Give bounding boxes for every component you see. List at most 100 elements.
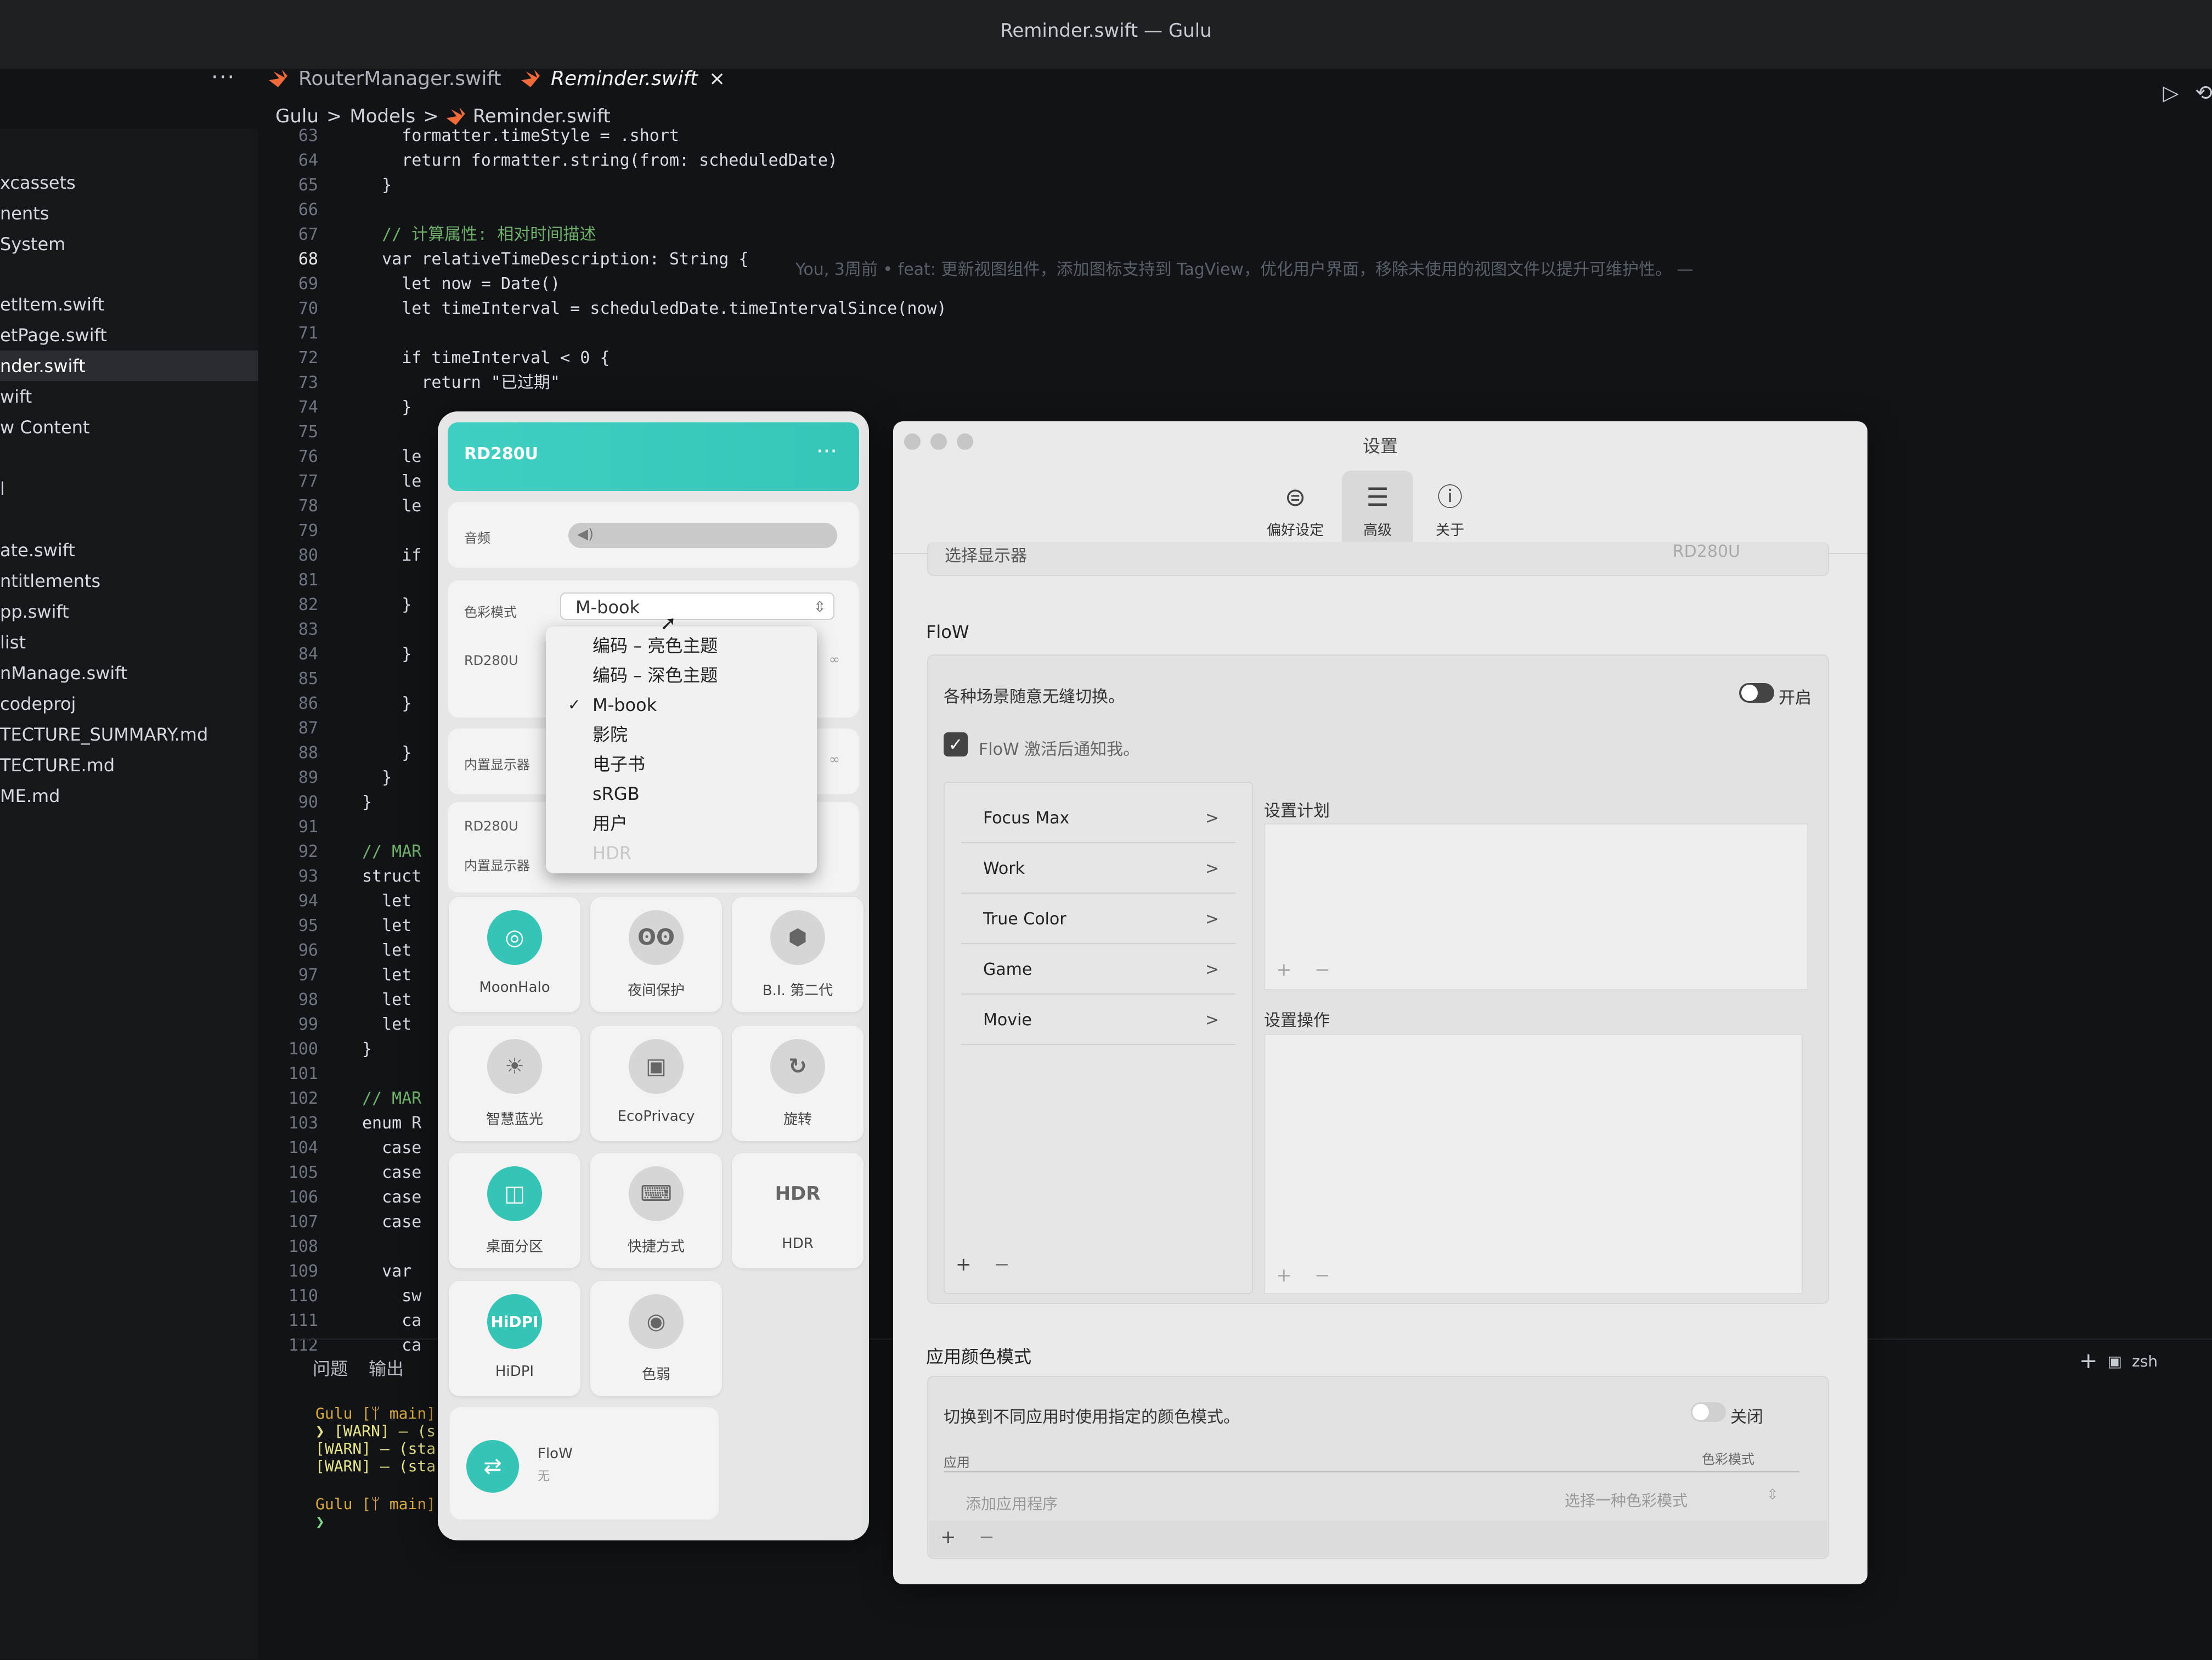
file-item[interactable]: wift <box>0 381 258 412</box>
code-line[interactable]: le <box>362 469 421 494</box>
toolbar-preferences[interactable]: ⊜ 偏好设定 <box>1260 471 1331 547</box>
file-item[interactable]: w Content <box>0 412 258 443</box>
add-app-button[interactable]: + <box>940 1526 956 1548</box>
code-line[interactable]: // MAR <box>362 1086 421 1111</box>
code-line[interactable]: let <box>362 963 411 987</box>
more-actions-button[interactable]: ··· <box>211 65 235 90</box>
file-item-selected[interactable]: nder.swift <box>0 351 258 381</box>
code-line[interactable]: } <box>362 765 392 790</box>
remove-app-button[interactable]: − <box>979 1526 995 1548</box>
split-editor-icon[interactable]: ⟲ <box>2189 78 2212 108</box>
device-menu-button[interactable]: ··· <box>816 439 837 464</box>
add-action-button[interactable]: + <box>1276 1264 1292 1286</box>
tile-shortcuts[interactable]: ⌨ 快捷方式 <box>590 1153 722 1268</box>
code-line[interactable]: } <box>362 592 411 617</box>
file-item[interactable]: ntitlements <box>0 566 258 596</box>
tile-hidpi[interactable]: HiDPI HiDPI <box>449 1281 580 1396</box>
code-line[interactable]: sw <box>362 1284 421 1308</box>
code-line[interactable]: } <box>362 790 372 815</box>
file-item[interactable]: l <box>0 473 258 504</box>
menu-item[interactable]: 用户 <box>546 809 817 838</box>
flow-toggle[interactable] <box>1739 683 1774 703</box>
scene-item[interactable]: Movie > <box>961 996 1235 1045</box>
code-line[interactable]: var <box>362 1259 411 1284</box>
code-line[interactable]: let <box>362 913 411 938</box>
link-icon[interactable]: ∞ <box>829 752 840 767</box>
code-line[interactable]: return "已过期" <box>362 370 560 395</box>
file-item[interactable]: System <box>0 229 258 259</box>
code-line[interactable]: ca <box>362 1308 421 1333</box>
tile-night-protect[interactable]: ʘʘ 夜间保护 <box>590 897 722 1012</box>
file-item[interactable]: ME.md <box>0 781 258 811</box>
file-item[interactable]: nManage.swift <box>0 658 258 688</box>
file-item[interactable]: TECTURE_SUMMARY.md <box>0 719 258 750</box>
device-header[interactable]: RD280U ··· <box>448 422 859 491</box>
code-line[interactable]: if <box>362 543 421 568</box>
code-line[interactable]: // MAR <box>362 839 421 864</box>
action-list[interactable]: + − <box>1264 1034 1803 1294</box>
code-line[interactable]: return formatter.string(from: scheduledD… <box>362 148 838 173</box>
volume-slider[interactable]: ◀) <box>568 523 837 548</box>
run-icon[interactable]: ▷ <box>2156 78 2186 108</box>
code-line[interactable]: let <box>362 987 411 1012</box>
remove-plan-button[interactable]: − <box>1314 959 1330 981</box>
add-plan-button[interactable]: + <box>1276 959 1292 981</box>
tile-moonhalo[interactable]: ◎ MoonHalo <box>449 897 580 1012</box>
scene-item[interactable]: Work > <box>961 844 1235 894</box>
scene-item[interactable]: Game > <box>961 945 1235 995</box>
color-mode-select[interactable]: M-book ⇳ <box>560 592 834 620</box>
link-icon[interactable]: ∞ <box>829 652 840 667</box>
tile-smart-bluelight[interactable]: ☀ 智慧蓝光 <box>449 1026 580 1141</box>
code-line[interactable]: } <box>362 691 411 716</box>
tab-routermanager[interactable]: RouterManager.swift <box>269 65 501 92</box>
code-line[interactable]: // 计算属性: 相对时间描述 <box>362 222 596 247</box>
display-select-row[interactable]: 选择显示器 RD280U <box>927 542 1829 576</box>
code-line[interactable]: } <box>362 741 411 765</box>
code-line[interactable]: case <box>362 1185 421 1210</box>
file-item[interactable]: list <box>0 627 258 658</box>
code-line[interactable]: struct <box>362 864 421 889</box>
flow-card[interactable]: ⇄ FloW 无 <box>450 1407 719 1520</box>
terminal-prompt[interactable]: ❯ <box>315 1512 325 1531</box>
code-line[interactable]: case <box>362 1210 421 1234</box>
menu-item[interactable]: 编码 – 亮色主题 <box>546 631 817 660</box>
file-item[interactable]: etPage.swift <box>0 320 258 351</box>
menu-item[interactable]: 影院 <box>546 720 817 749</box>
code-line[interactable]: let <box>362 1012 411 1037</box>
code-line[interactable]: let timeInterval = scheduledDate.timeInt… <box>362 296 946 321</box>
toolbar-advanced[interactable]: ☰ 高级 <box>1342 471 1413 547</box>
tile-color-weak[interactable]: ◉ 色弱 <box>590 1281 722 1396</box>
file-item[interactable]: nents <box>0 198 258 229</box>
tile-desktop-split[interactable]: ◫ 桌面分区 <box>449 1153 580 1268</box>
code-line[interactable]: } <box>362 395 411 420</box>
code-line[interactable]: } <box>362 642 411 667</box>
remove-scene-button[interactable]: − <box>994 1254 1010 1275</box>
shell-name[interactable]: zsh <box>2132 1352 2158 1370</box>
menu-item[interactable]: 编码 – 深色主题 <box>546 660 817 690</box>
app-color-toggle[interactable] <box>1691 1402 1726 1422</box>
tile-rotate[interactable]: ↻ 旋转 <box>732 1026 864 1141</box>
tab-reminder[interactable]: Reminder.swift × <box>521 65 725 92</box>
file-item[interactable]: ate.swift <box>0 535 258 566</box>
menu-item[interactable]: sRGB <box>546 779 817 809</box>
file-item[interactable]: TECTURE.md <box>0 750 258 781</box>
code-line[interactable]: case <box>362 1136 421 1160</box>
code-line[interactable]: let <box>362 938 411 963</box>
code-line[interactable]: enum R <box>362 1111 421 1136</box>
code-line[interactable]: formatter.timeStyle = .short <box>362 123 679 148</box>
scene-item[interactable]: Focus Max > <box>961 794 1235 843</box>
tile-ecoprivacy[interactable]: ▣ EcoPrivacy <box>590 1026 722 1141</box>
code-line[interactable]: case <box>362 1160 421 1185</box>
file-item[interactable]: pp.swift <box>0 596 258 627</box>
add-app-placeholder[interactable]: 添加应用程序 <box>966 1492 1058 1514</box>
plan-list[interactable]: + − <box>1264 823 1808 990</box>
scene-item[interactable]: True Color > <box>961 895 1235 944</box>
code-line[interactable]: let now = Date() <box>362 272 560 296</box>
code-line[interactable]: le <box>362 444 421 469</box>
file-item[interactable]: xcassets <box>0 167 258 198</box>
code-line[interactable]: le <box>362 494 421 518</box>
code-line[interactable]: } <box>362 173 392 197</box>
code-line[interactable]: let <box>362 889 411 913</box>
tab-problems[interactable]: 问题 <box>313 1355 348 1380</box>
code-line[interactable]: } <box>362 1037 372 1062</box>
